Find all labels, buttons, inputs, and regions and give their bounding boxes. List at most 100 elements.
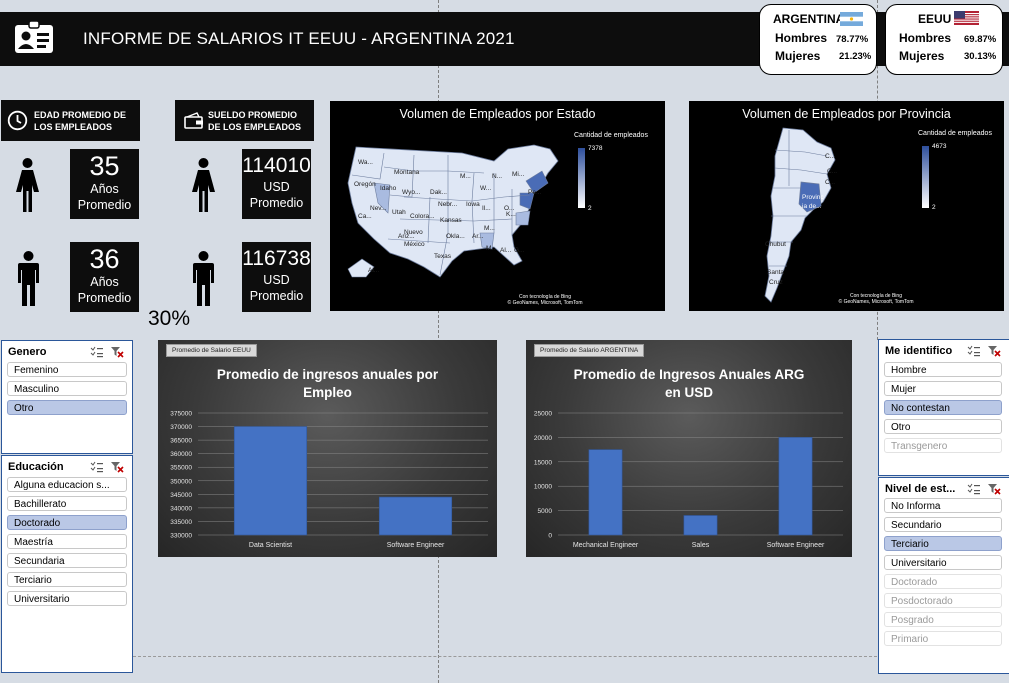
x-category-label: Sales [692,542,710,549]
card-title: ARGENTINA [773,12,845,26]
usa-salary-chart[interactable]: Promedio de Salario EEUU Promedio de ing… [158,340,497,557]
map-title: Volumen de Empleados por Provincia [742,107,951,121]
bar[interactable] [588,449,623,536]
slicer-item[interactable]: No Informa [884,498,1002,513]
men-label: Hombres [775,31,828,45]
credit-line: © GeoNames, Microsoft, TomTom [838,299,914,305]
usa-map[interactable] [344,143,566,281]
slicer-item[interactable]: Secundario [884,517,1002,532]
salary-unit: USD [263,180,290,194]
men-percent: 78.77% [836,34,869,45]
slicer-item[interactable]: Doctorado [7,515,127,530]
map-region-label: W... [480,185,492,192]
clear-filter-icon[interactable] [987,345,1001,357]
multi-select-icon[interactable] [967,345,981,357]
map-credit: Con tecnología de Bing © GeoNames, Micro… [480,294,610,306]
map-credit: Con tecnología de Bing © GeoNames, Micro… [821,293,931,305]
slicer-educacion[interactable]: Educación Alguna educacion s... Bachiller… [1,455,133,673]
legend-title: Cantidad de empleados [574,132,648,139]
slicer-identifico[interactable]: Me identifico Hombre Mujer No contestan Otr… [878,339,1009,476]
slicer-item[interactable]: Femenino [7,362,127,377]
argentina-map-panel[interactable]: Volumen de Empleados por Provincia Canti… [689,101,1004,311]
argentina-gender-card: ARGENTINA Hombres 78.77% Mujeres 21.23% [759,4,877,75]
bar[interactable] [683,515,718,536]
clear-filter-icon[interactable] [110,346,124,358]
slicer-item[interactable]: Mujer [884,381,1002,396]
clear-filter-icon[interactable] [110,461,124,473]
slicer-item[interactable]: Transgenero [884,438,1002,453]
wallet-icon [184,112,203,129]
slicer-item[interactable]: Primario [884,631,1002,646]
y-tick-label: 355000 [170,465,192,472]
map-region-label: C... [825,153,836,160]
slicer-item[interactable]: Terciario [7,572,127,587]
map-region-label: Montana [394,169,420,176]
y-tick-label: 0 [548,533,552,540]
argentina-salary-chart[interactable]: Promedio de Salario ARGENTINA Promedio d… [526,340,852,557]
map-region-label: Iowa [466,201,480,208]
slicer-genero[interactable]: Genero Femenino Masculino Otro [1,340,133,454]
age-caption: Promedio [77,291,132,305]
salary-unit: USD [263,273,290,287]
map-region-label: C... [827,168,838,175]
legend-color-scale [578,148,585,208]
legend-min: 2 [932,204,936,211]
y-tick-label: 15000 [534,459,552,466]
argentina-bar-chart: 25000 20000 15000 10000 5000 0 Mechanical Engi… [534,411,843,549]
map-region-label: Al... [500,247,512,254]
multi-select-icon[interactable] [90,346,104,358]
usa-map-panel[interactable]: Volumen de Empleados por Estado Cantidad… [330,101,665,311]
map-region-label: Chubut [765,241,786,248]
slicer-item[interactable]: Hombre [884,362,1002,377]
page-break-horizontal-line [133,656,877,657]
slicer-item[interactable]: Maestría [7,534,127,549]
y-tick-label: 370000 [170,424,192,431]
bar[interactable] [778,437,813,536]
male-salary-value: 116738 [242,247,311,270]
multi-select-icon[interactable] [90,461,104,473]
slicer-title: Nivel de est... [885,483,956,495]
slicer-item[interactable]: Terciario [884,536,1002,551]
bar[interactable] [378,496,453,536]
multi-select-icon[interactable] [967,483,981,495]
map-region-label: Pe... [528,189,542,196]
slicer-item[interactable]: Otro [7,400,127,415]
map-region-label: C... [825,179,836,186]
bar[interactable] [233,426,308,536]
map-region-label: Kansas [440,217,462,224]
clear-filter-icon[interactable] [987,483,1001,495]
slicer-toolbar [90,346,124,358]
age-label-box: EDAD PROMEDIO DE LOS EMPLEADOS [1,100,140,141]
female-age-box: 35 Años Promedio [70,149,139,219]
male-age-box: 36 Años Promedio [70,242,139,312]
percent-label: 30% [148,307,191,330]
slicer-item[interactable]: Posgrado [884,612,1002,627]
argentina-flag-icon [840,12,863,26]
slicer-item[interactable]: Posdoctorado [884,593,1002,608]
slicer-item[interactable]: Otro [884,419,1002,434]
slicer-item[interactable]: No contestan [884,400,1002,415]
slicer-item[interactable]: Masculino [7,381,127,396]
map-region-label: M... [486,245,497,252]
legend-min: 2 [588,205,592,212]
y-tick-label: 335000 [170,519,192,526]
age-caption: Promedio [77,198,132,212]
slicer-item[interactable]: Alguna educacion s... [7,477,127,492]
legend-max: 7378 [588,145,603,152]
slicer-item[interactable]: Universitario [7,591,127,606]
map-region-label: Texas [434,253,451,260]
slicer-item[interactable]: Bachillerato [7,496,127,511]
map-region-label: Ca... [358,213,372,220]
map-region-label: Idaho [380,185,397,192]
slicer-item[interactable]: Secundaria [7,553,127,568]
slicer-item[interactable]: Universitario [884,555,1002,570]
slicer-toolbar [90,461,124,473]
slicer-item[interactable]: Doctorado [884,574,1002,589]
slicer-nivel[interactable]: Nivel de est... No Informa Secundario Terc… [878,477,1009,674]
map-region-label: México [404,241,425,248]
x-category-label: Software Engineer [767,542,825,549]
map-region-label: Colora... [410,213,435,220]
map-region-label: M... [460,173,471,180]
y-tick-label: 330000 [170,533,192,540]
legend-title: Cantidad de empleados [918,130,992,137]
